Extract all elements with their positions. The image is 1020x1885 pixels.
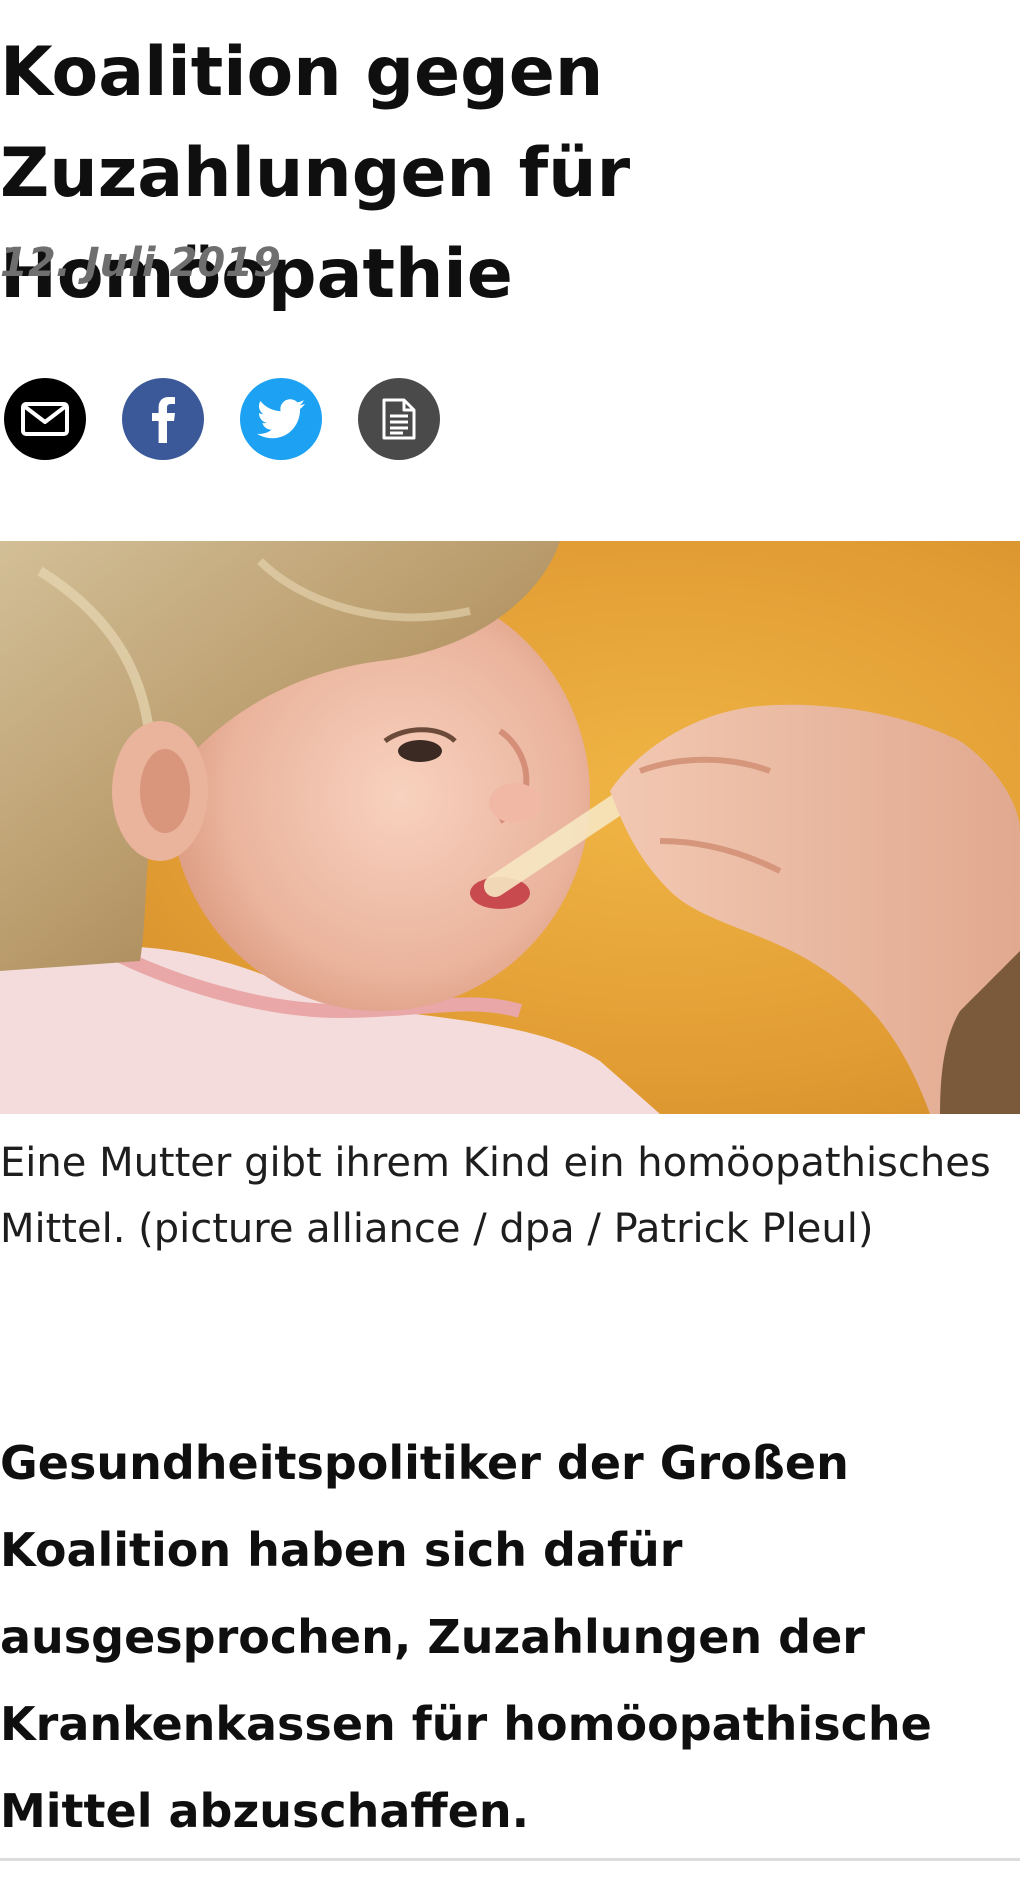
share-bar [4,378,440,460]
share-facebook-button[interactable] [122,378,204,460]
divider [0,1858,1020,1861]
image-caption: Eine Mutter gibt ihrem Kind ein homöopat… [0,1140,991,1252]
facebook-icon [152,397,175,443]
article-lead: Gesundheitspolitiker der Großen Koalitio… [0,1436,932,1838]
twitter-icon [257,399,305,439]
document-icon [382,398,416,440]
share-print-button[interactable] [358,378,440,460]
share-twitter-button[interactable] [240,378,322,460]
article-date: 12. Juli 2019 [0,240,281,286]
share-mail-button[interactable] [4,378,86,460]
mail-icon [21,402,69,436]
article-image [0,541,1020,1114]
